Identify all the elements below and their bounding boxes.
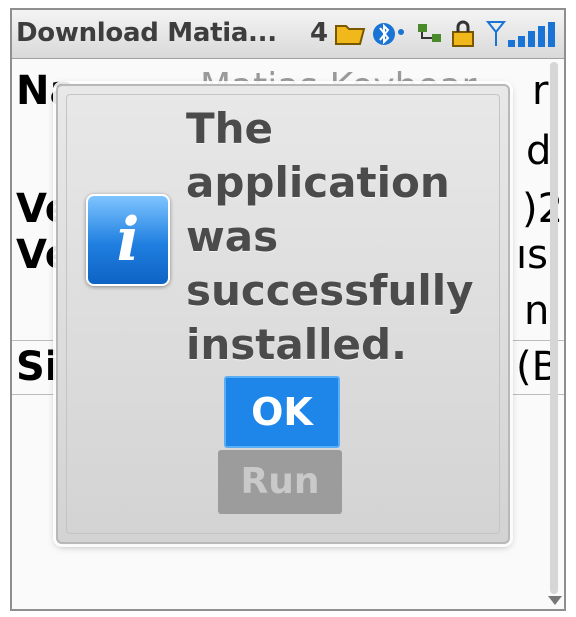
folder-icon (335, 25, 366, 45)
info-icon: i (86, 194, 170, 286)
scroll-down-arrow-icon[interactable] (548, 596, 562, 605)
install-success-dialog: i The application was successfully insta… (56, 84, 510, 544)
field-label-size: Si (16, 344, 59, 390)
field-value-fragment-5: n (524, 288, 550, 334)
field-value-fragment-4: ıs (516, 232, 548, 278)
download-count: 4 (310, 18, 329, 48)
ok-button[interactable]: OK (224, 376, 340, 448)
field-value-fragment-1: r (532, 68, 549, 114)
field-value-fragment-2: d (526, 128, 552, 174)
lock-icon (452, 20, 474, 47)
network-icon (418, 24, 441, 42)
bluetooth-icon (373, 23, 404, 45)
run-button[interactable]: Run (218, 450, 342, 514)
status-title: Download Matia... (16, 18, 277, 48)
signal-strength-icon (486, 21, 555, 47)
dialog-message: The application was successfully install… (186, 104, 474, 369)
scrollbar[interactable] (550, 62, 558, 594)
status-bar: Download Matia... 4 (12, 10, 564, 59)
